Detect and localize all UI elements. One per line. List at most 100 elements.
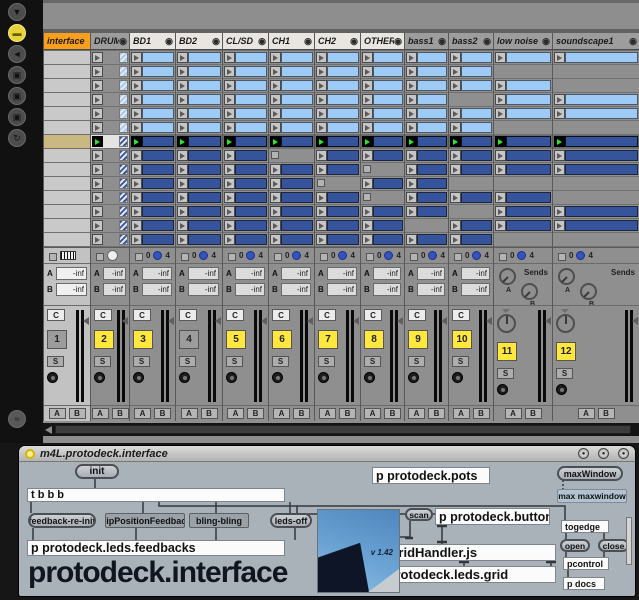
clip-launch-button[interactable]: [92, 108, 103, 119]
arm-button[interactable]: [179, 372, 190, 383]
volume-fader-handle-icon[interactable]: [261, 317, 267, 325]
clip-launch-button[interactable]: [316, 164, 327, 175]
clip-slot[interactable]: [494, 149, 552, 162]
volume-fader-handle-icon[interactable]: [168, 317, 174, 325]
send-amount-field[interactable]: -inf: [142, 267, 172, 280]
arm-button[interactable]: [94, 372, 105, 383]
clip-launch-button[interactable]: [131, 164, 142, 175]
send-amount-field[interactable]: -inf: [373, 267, 401, 280]
clip-launch-button[interactable]: [270, 206, 281, 217]
clip-slot[interactable]: [315, 163, 360, 176]
track-header-bd1[interactable]: BD1◉: [130, 33, 175, 50]
clip-slot[interactable]: [449, 219, 493, 232]
clip-body[interactable]: [327, 136, 359, 147]
clip-slot[interactable]: [130, 191, 175, 204]
clip-slot[interactable]: [130, 233, 175, 246]
clip-slot[interactable]: [223, 177, 268, 190]
send-a-knob[interactable]: [558, 268, 575, 285]
track-header-ch2[interactable]: CH2◉: [315, 33, 360, 50]
clip-body[interactable]: [373, 94, 403, 105]
clip-slot[interactable]: [223, 79, 268, 92]
clip-body[interactable]: [281, 94, 313, 105]
crossfade-a-button[interactable]: A: [227, 408, 244, 419]
pan-control[interactable]: C: [179, 309, 197, 321]
clip-launch-button[interactable]: [450, 52, 461, 63]
clip-stop-all-button[interactable]: [135, 253, 143, 261]
solo-button[interactable]: S: [408, 356, 425, 367]
clip-launch-button[interactable]: [270, 234, 281, 245]
clip-slot[interactable]: [44, 51, 90, 64]
clip-slot[interactable]: [176, 163, 222, 176]
clip-body[interactable]: [506, 94, 551, 105]
arm-button[interactable]: [408, 372, 419, 383]
clip-body[interactable]: [142, 52, 174, 63]
track-dropdown-icon[interactable]: ◉: [119, 36, 127, 47]
clip-slot[interactable]: [269, 163, 314, 176]
track-dropdown-icon[interactable]: ◉: [165, 36, 173, 47]
send-a-knob[interactable]: [499, 268, 516, 285]
crossfade-b-button[interactable]: B: [428, 408, 445, 419]
clip-slot[interactable]: [223, 163, 268, 176]
clip-slot[interactable]: [361, 107, 404, 120]
track-activator[interactable]: 11: [497, 342, 517, 361]
clip-launch-button[interactable]: [92, 150, 103, 161]
pan-knob[interactable]: [497, 314, 516, 333]
buttons-subpatch[interactable]: p protodeck.buttons: [435, 508, 550, 525]
send-amount-field[interactable]: -inf: [103, 283, 126, 296]
clip-launch-button[interactable]: [554, 136, 565, 147]
clip-launch-button[interactable]: [450, 136, 461, 147]
arm-button[interactable]: [556, 384, 567, 395]
clip-body[interactable]: [188, 206, 221, 217]
clip-slot[interactable]: [269, 93, 314, 106]
clip-body[interactable]: [281, 122, 313, 133]
volume-meter[interactable]: [621, 309, 637, 405]
clip-slot[interactable]: [361, 219, 404, 232]
clip-body[interactable]: [142, 150, 174, 161]
clip-launch-button[interactable]: [362, 94, 373, 105]
clip-body[interactable]: [142, 164, 174, 175]
clip-slot[interactable]: [361, 135, 404, 148]
arm-button[interactable]: [364, 372, 375, 383]
clip-body[interactable]: [506, 136, 551, 147]
clip-body[interactable]: [327, 108, 359, 119]
clip-body[interactable]: [565, 150, 638, 161]
clip-launch-button[interactable]: [270, 220, 281, 231]
volume-meter[interactable]: [157, 309, 173, 405]
clip-body[interactable]: [565, 220, 638, 231]
crossfade-b-button[interactable]: B: [293, 408, 310, 419]
volume-meter[interactable]: [475, 309, 491, 405]
clip-launch-button[interactable]: [316, 66, 327, 77]
track-activator[interactable]: 4: [179, 330, 199, 349]
pan-control[interactable]: C: [452, 309, 470, 321]
clip-launch-button[interactable]: [362, 234, 373, 245]
clip-body[interactable]: [281, 136, 313, 147]
clip-launch-button[interactable]: [131, 108, 142, 119]
clip-body[interactable]: [327, 220, 359, 231]
clip-slot[interactable]: [315, 65, 360, 78]
clip-launch-button[interactable]: [270, 94, 281, 105]
clip-launch-button[interactable]: [177, 108, 188, 119]
track-activator[interactable]: 8: [364, 330, 384, 349]
send-amount-field[interactable]: -inf: [327, 283, 357, 296]
send-b-knob[interactable]: [580, 283, 597, 300]
clip-launch-button[interactable]: [554, 206, 565, 217]
clip-body[interactable]: [188, 122, 221, 133]
track-activator[interactable]: 3: [133, 330, 153, 349]
clip-launch-button[interactable]: [224, 94, 235, 105]
clip-slot[interactable]: [405, 177, 448, 190]
clip-slot[interactable]: [494, 163, 552, 176]
send-amount-field[interactable]: -inf: [417, 267, 445, 280]
crossfade-a-button[interactable]: A: [319, 408, 336, 419]
pan-control[interactable]: C: [364, 309, 382, 321]
clip-body[interactable]: [373, 52, 403, 63]
clip-launch-button[interactable]: [270, 136, 281, 147]
clip-launch-button[interactable]: [406, 52, 417, 63]
clip-slot[interactable]: [44, 121, 90, 134]
clip-slot[interactable]: [405, 51, 448, 64]
solo-button[interactable]: S: [556, 368, 573, 379]
clip-body[interactable]: [281, 178, 313, 189]
clip-launch-button[interactable]: [224, 108, 235, 119]
clip-body[interactable]: [235, 206, 267, 217]
clip-body[interactable]: [188, 164, 221, 175]
clip-body[interactable]: [565, 94, 638, 105]
